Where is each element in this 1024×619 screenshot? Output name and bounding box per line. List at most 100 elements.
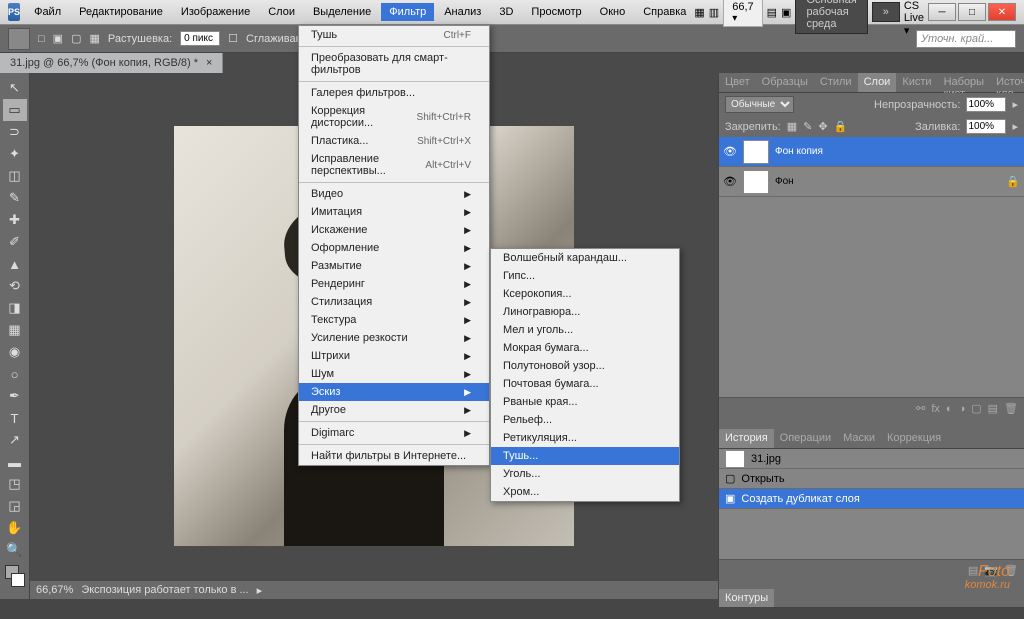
- 3d-camera-tool[interactable]: ◲: [3, 495, 27, 517]
- tab-paths[interactable]: Контуры: [719, 589, 774, 607]
- close-button[interactable]: ✕: [988, 3, 1016, 21]
- sketch-photocopy[interactable]: Ксерокопия...: [491, 285, 679, 303]
- menu-file[interactable]: Файл: [26, 3, 69, 21]
- tab-color[interactable]: Цвет: [719, 73, 756, 92]
- history-brush-tool[interactable]: ⟲: [3, 275, 27, 297]
- filter-other[interactable]: Другое▶: [299, 401, 489, 419]
- sketch-graphic-pen[interactable]: Тушь...: [491, 447, 679, 465]
- blur-tool[interactable]: ◉: [3, 341, 27, 363]
- sketch-charcoal[interactable]: Уголь...: [491, 465, 679, 483]
- zoom-display[interactable]: 66,7 ▾: [723, 0, 762, 27]
- history-snapshot[interactable]: 31.jpg: [719, 449, 1024, 469]
- adjustment-icon[interactable]: ◑: [959, 403, 966, 415]
- filter-lens-correction[interactable]: Коррекция дисторсии...Shift+Ctrl+R: [299, 102, 489, 132]
- tab-brushes[interactable]: Кисти: [896, 73, 937, 92]
- visibility-icon[interactable]: 👁: [723, 175, 737, 189]
- sketch-reticulation[interactable]: Ретикуляция...: [491, 429, 679, 447]
- filter-sketch[interactable]: Эскиз▶: [299, 383, 489, 401]
- tab-masks[interactable]: Маски: [837, 429, 881, 448]
- layer-row[interactable]: 👁 Фон копия: [719, 137, 1024, 167]
- document-tab-close-icon[interactable]: ×: [206, 57, 212, 69]
- filter-pixelate[interactable]: Оформление▶: [299, 239, 489, 257]
- lock-all-icon[interactable]: 🔒: [834, 120, 848, 133]
- tab-history[interactable]: История: [719, 429, 774, 448]
- workspace-more-button[interactable]: »: [872, 2, 900, 22]
- zoom-tool[interactable]: 🔍: [3, 539, 27, 561]
- menu-analysis[interactable]: Анализ: [436, 3, 489, 21]
- trash-icon[interactable]: 🗑: [1004, 402, 1018, 415]
- sketch-conte[interactable]: Волшебный карандаш...: [491, 249, 679, 267]
- sketch-basrelief[interactable]: Рельеф...: [491, 411, 679, 429]
- tab-brushsets[interactable]: Наборы кист: [938, 73, 991, 92]
- menu-layers[interactable]: Слои: [260, 3, 303, 21]
- opacity-arrow-icon[interactable]: ▸: [1012, 98, 1018, 111]
- layer-fx-icon[interactable]: fx: [931, 403, 940, 415]
- layer-row[interactable]: 👁 Фон 🔒: [719, 167, 1024, 197]
- filter-vanishing-point[interactable]: Исправление перспективы...Alt+Ctrl+V: [299, 150, 489, 180]
- history-state[interactable]: ▢ Открыть: [719, 469, 1024, 489]
- menu-image[interactable]: Изображение: [173, 3, 258, 21]
- menu-edit[interactable]: Редактирование: [71, 3, 171, 21]
- sketch-halftone[interactable]: Полутоновой узор...: [491, 357, 679, 375]
- menu-window[interactable]: Окно: [592, 3, 634, 21]
- path-tool[interactable]: ↗: [3, 429, 27, 451]
- eyedropper-tool[interactable]: ✎: [3, 187, 27, 209]
- marquee-tool[interactable]: ▭: [3, 99, 27, 121]
- menu-filter[interactable]: Фильтр: [381, 3, 434, 21]
- stamp-tool[interactable]: ▲: [3, 253, 27, 275]
- filter-digimarc[interactable]: Digimarc▶: [299, 424, 489, 442]
- filter-noise[interactable]: Шум▶: [299, 365, 489, 383]
- tab-styles[interactable]: Стили: [814, 73, 858, 92]
- tab-swatches[interactable]: Образцы: [756, 73, 814, 92]
- shape-tool[interactable]: ▬: [3, 451, 27, 473]
- sketch-stamp[interactable]: Линогравюра...: [491, 303, 679, 321]
- filter-browse-online[interactable]: Найти фильтры в Интернете...: [299, 447, 489, 465]
- sketch-chalk[interactable]: Мел и уголь...: [491, 321, 679, 339]
- layer-name[interactable]: Фон: [775, 176, 1000, 187]
- opacity-input[interactable]: [966, 97, 1006, 112]
- tab-clonesrc[interactable]: Источник кло: [990, 73, 1024, 92]
- lock-transparency-icon[interactable]: ▦: [787, 120, 797, 133]
- tab-layers[interactable]: Слои: [858, 73, 897, 92]
- sketch-waterpaper[interactable]: Мокрая бумага...: [491, 339, 679, 357]
- document-tab[interactable]: 31.jpg @ 66,7% (Фон копия, RGB/8) * ×: [0, 53, 223, 73]
- arrange-icon[interactable]: ▤: [767, 6, 777, 19]
- hand-tool[interactable]: ✋: [3, 517, 27, 539]
- refine-edge-button[interactable]: Уточн. край...: [916, 30, 1016, 48]
- filter-gallery[interactable]: Галерея фильтров...: [299, 84, 489, 102]
- tool-preset-icon[interactable]: [8, 28, 30, 50]
- view-extras-icon[interactable]: ▥: [709, 6, 719, 19]
- eraser-tool[interactable]: ◨: [3, 297, 27, 319]
- pen-tool[interactable]: ✒: [3, 385, 27, 407]
- filter-liquify[interactable]: Пластика...Shift+Ctrl+X: [299, 132, 489, 150]
- move-tool[interactable]: ↖: [3, 77, 27, 99]
- blend-mode-select[interactable]: Обычные: [725, 96, 794, 113]
- layer-name[interactable]: Фон копия: [775, 146, 1020, 157]
- lock-pixels-icon[interactable]: ✎: [803, 120, 812, 133]
- history-state[interactable]: ▣ Создать дубликат слоя: [719, 489, 1024, 509]
- feather-input[interactable]: [180, 31, 220, 46]
- menu-view[interactable]: Просмотр: [523, 3, 589, 21]
- fill-arrow-icon[interactable]: ▸: [1012, 120, 1018, 133]
- brush-tool[interactable]: ✐: [3, 231, 27, 253]
- sketch-torn[interactable]: Рваные края...: [491, 393, 679, 411]
- background-color[interactable]: [11, 573, 25, 587]
- filter-blur[interactable]: Размытие▶: [299, 257, 489, 275]
- crop-tool[interactable]: ◫: [3, 165, 27, 187]
- 3d-tool[interactable]: ◳: [3, 473, 27, 495]
- lock-position-icon[interactable]: ✥: [818, 120, 827, 133]
- filter-artistic[interactable]: Имитация▶: [299, 203, 489, 221]
- bridge-icon[interactable]: ▦: [694, 6, 704, 19]
- screen-mode-icon[interactable]: ▣: [781, 6, 791, 19]
- color-swatches[interactable]: [5, 565, 25, 587]
- lasso-tool[interactable]: ⊃: [3, 121, 27, 143]
- fill-input[interactable]: [966, 119, 1006, 134]
- sketch-chrome[interactable]: Хром...: [491, 483, 679, 501]
- wand-tool[interactable]: ✦: [3, 143, 27, 165]
- healing-tool[interactable]: ✚: [3, 209, 27, 231]
- sketch-plaster[interactable]: Гипс...: [491, 267, 679, 285]
- menu-3d[interactable]: 3D: [491, 3, 521, 21]
- filter-render[interactable]: Рендеринг▶: [299, 275, 489, 293]
- filter-last[interactable]: ТушьCtrl+F: [299, 26, 489, 44]
- maximize-button[interactable]: □: [958, 3, 986, 21]
